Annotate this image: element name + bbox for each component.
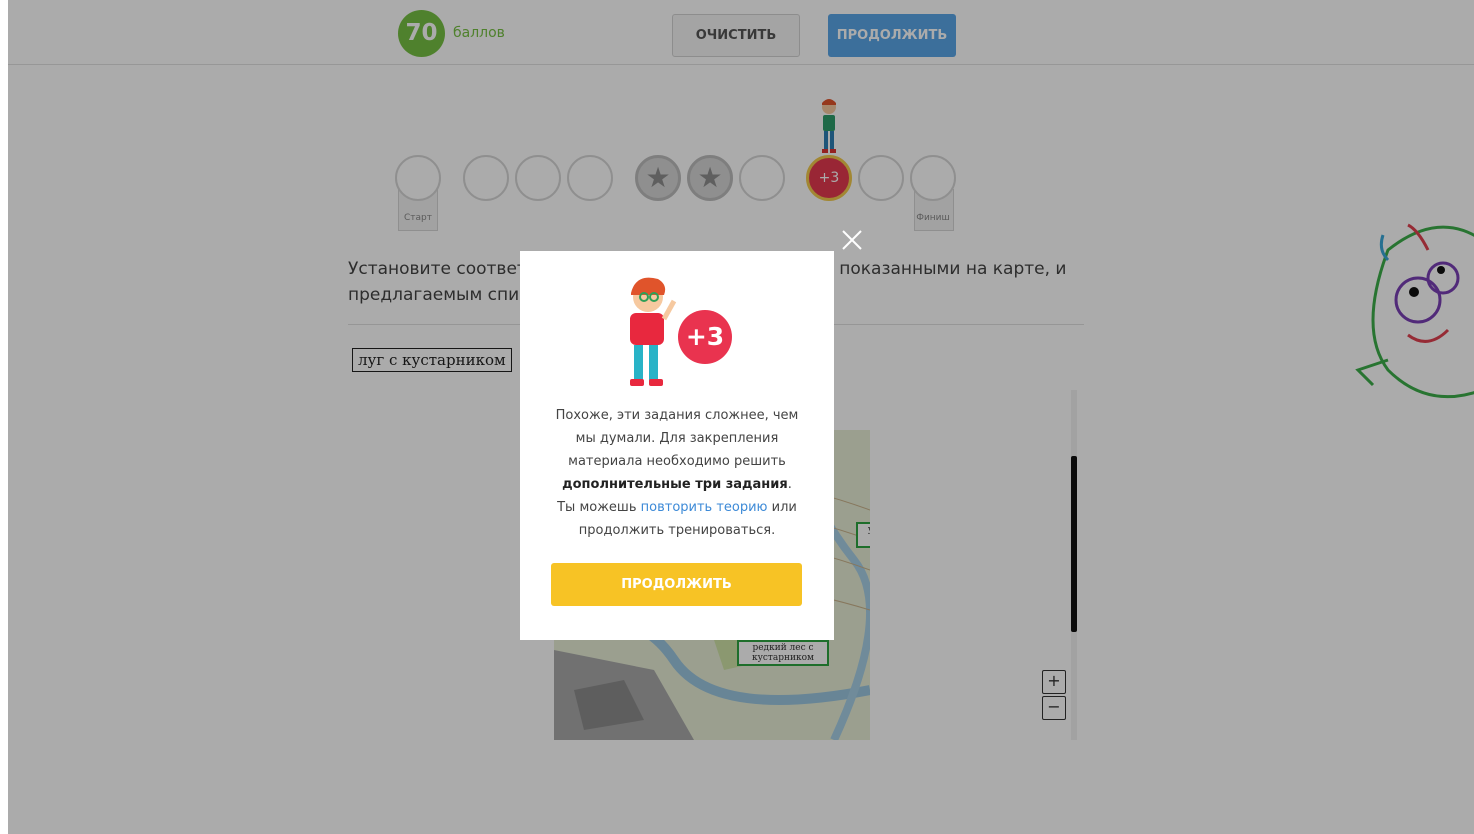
modal-text-3: Ты можешь — [557, 500, 637, 515]
extra-tasks-badge: +3 — [678, 310, 732, 364]
left-edge-strip — [0, 0, 8, 834]
modal-text-bold: дополнительные три задания — [562, 477, 788, 492]
close-icon[interactable] — [840, 228, 864, 252]
extra-tasks-modal: +3 Похоже, эти задания сложнее, чем мы д… — [520, 251, 834, 640]
modal-text-1: Похоже, эти задания сложнее, чем мы дума… — [555, 408, 799, 469]
modal-message: Похоже, эти задания сложнее, чем мы дума… — [546, 404, 808, 542]
modal-continue-button[interactable]: ПРОДОЛЖИТЬ — [551, 563, 802, 606]
theory-link[interactable]: повторить теорию — [641, 500, 768, 515]
modal-text-2: . — [787, 477, 792, 492]
